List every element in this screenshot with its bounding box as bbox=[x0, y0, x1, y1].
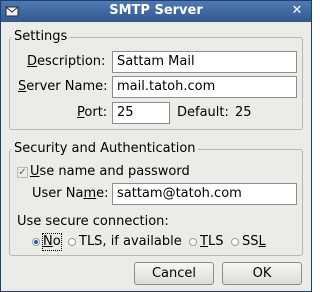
port-label: Port: bbox=[77, 105, 108, 120]
radio-no-label[interactable]: No bbox=[42, 233, 62, 251]
radio-tls-label[interactable]: TLS bbox=[200, 234, 223, 250]
user-name-label: User Name: bbox=[32, 186, 109, 201]
close-icon[interactable]: ✕ bbox=[289, 3, 305, 19]
security-group-label: Security and Authentication bbox=[12, 141, 198, 156]
description-field[interactable]: Sattam Mail bbox=[112, 51, 297, 73]
default-port-value: 25 bbox=[235, 105, 252, 120]
secure-connection-label: Use secure connection: bbox=[17, 214, 169, 229]
description-label: Description: bbox=[27, 54, 106, 69]
server-name-label: Server Name: bbox=[18, 79, 108, 94]
ok-button[interactable]: OK bbox=[222, 262, 302, 285]
radio-tls[interactable] bbox=[189, 238, 197, 246]
title-bar[interactable]: SMTP Server ✕ bbox=[1, 1, 311, 22]
default-port-label: Default: bbox=[177, 105, 229, 120]
cancel-button[interactable]: Cancel bbox=[134, 262, 214, 285]
radio-tls-if-available-label[interactable]: TLS, if available bbox=[79, 234, 182, 250]
radio-tls-if-available[interactable] bbox=[68, 238, 76, 246]
user-name-field[interactable]: sattam@tatoh.com bbox=[112, 183, 297, 205]
settings-group-label: Settings bbox=[12, 29, 70, 44]
radio-ssl[interactable] bbox=[231, 238, 239, 246]
port-field[interactable]: 25 bbox=[112, 102, 170, 124]
use-name-password-checkbox[interactable]: ✓ bbox=[17, 167, 28, 178]
radio-ssl-label[interactable]: SSL bbox=[242, 234, 266, 250]
smtp-server-dialog: SMTP Server ✕ Settings Description: Satt… bbox=[0, 0, 312, 292]
server-name-field[interactable]: mail.tatoh.com bbox=[112, 76, 297, 98]
use-name-password-label[interactable]: Use name and password bbox=[30, 164, 190, 180]
radio-no[interactable] bbox=[32, 238, 40, 246]
window-title: SMTP Server bbox=[109, 3, 203, 18]
